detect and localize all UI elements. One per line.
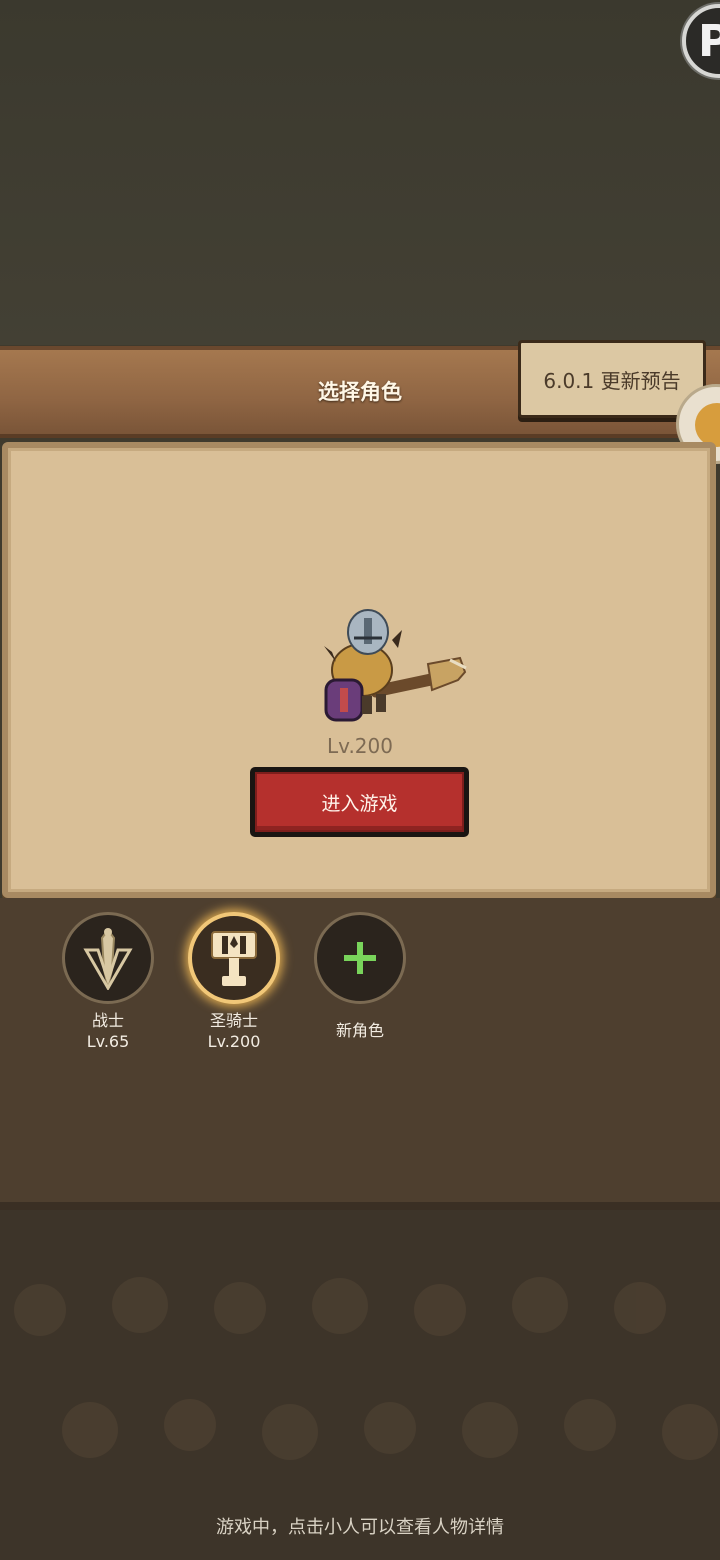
update-notice-button[interactable]: 6.0.1 更新预告 [518, 340, 706, 418]
role-slot-circle [188, 912, 280, 1004]
paladin-sprite-icon [324, 609, 467, 722]
role-slot-circle [314, 912, 406, 1004]
enter-game-face: 进入游戏 [255, 772, 464, 832]
role-slot-circle [62, 912, 154, 1004]
hero-sprite[interactable] [310, 600, 470, 730]
role-slot-paladin[interactable]: 圣骑士 Lv.200 [184, 912, 284, 1052]
update-notice-label: 6.0.1 更新预告 [543, 368, 681, 393]
bottom-decor-area [0, 1210, 720, 1560]
footer-hint: 游戏中，点击小人可以查看人物详情 [216, 1517, 504, 1538]
plus-icon [344, 942, 376, 974]
role-level-paladin: Lv.200 [207, 1032, 261, 1051]
hammer-icon [211, 931, 257, 986]
role-level-warrior: Lv.65 [86, 1032, 130, 1051]
class-emblem-pattern-icon [14, 1277, 718, 1460]
hero-level: Lv.200 [327, 734, 393, 758]
sword-shield-icon [83, 928, 133, 990]
role-slot-new[interactable]: 新角色 [310, 912, 410, 1041]
corner-badge-label: P [698, 15, 720, 67]
role-name-paladin: 圣骑士 [209, 1011, 258, 1030]
role-slot-warrior[interactable]: 战士 Lv.65 [58, 912, 158, 1052]
role-name-warrior: 战士 [91, 1011, 124, 1030]
enter-game-label: 进入游戏 [321, 792, 398, 815]
role-name-new: 新角色 [335, 1021, 384, 1040]
top-area [0, 0, 720, 345]
enter-game-button[interactable]: 进入游戏 [250, 767, 469, 837]
